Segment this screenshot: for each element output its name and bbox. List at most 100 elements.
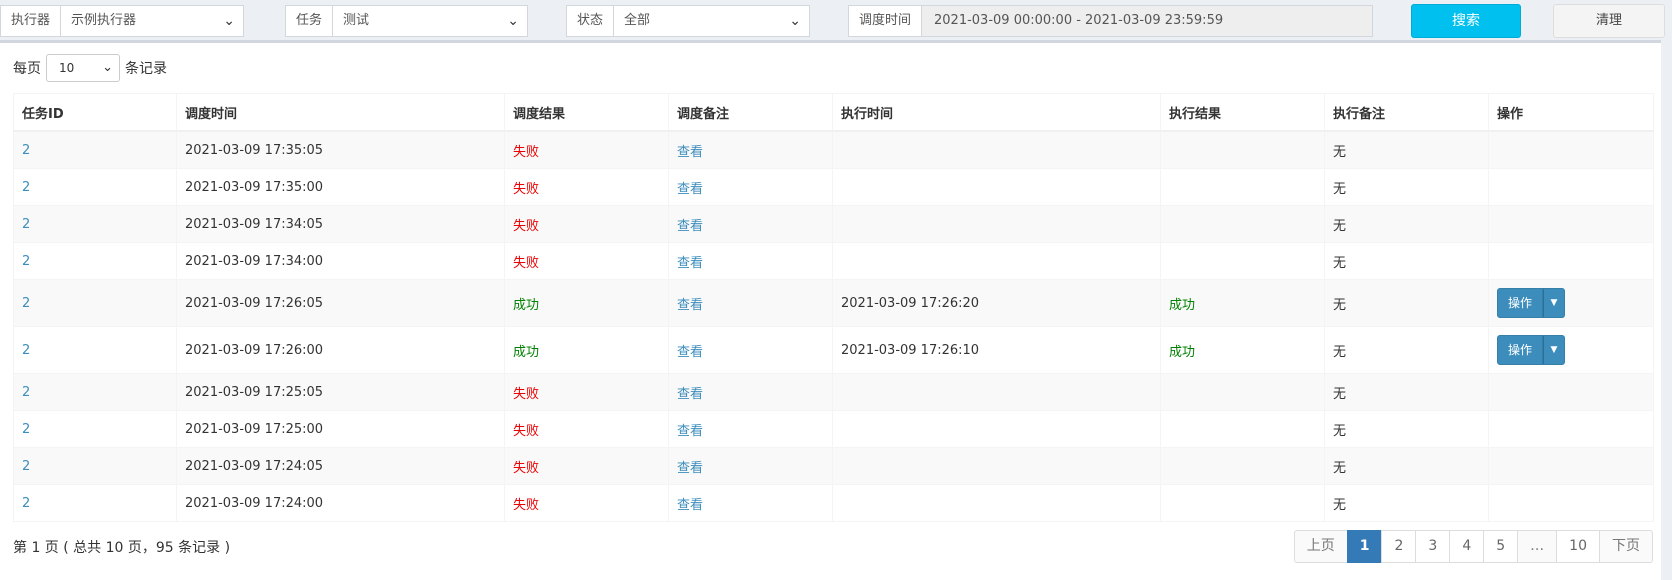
log-table: 任务ID 调度时间 调度结果 调度备注 执行时间 执行结果 执行备注 操作 22… bbox=[13, 93, 1654, 522]
exec-result-cell bbox=[1160, 168, 1325, 206]
executor-filter: 执行器 示例执行器 ⌄ bbox=[0, 5, 245, 37]
table-row: 2 2021-03-09 17:25:05 失败 查看 无 bbox=[13, 373, 1654, 411]
task-select-value: 测试 bbox=[343, 13, 370, 28]
column-header-trigger-result[interactable]: 调度结果 bbox=[504, 93, 669, 132]
trigger-time-cell: 2021-03-09 17:34:00 bbox=[176, 242, 505, 280]
trigger-note-cell: 查看 bbox=[668, 168, 833, 206]
trigger-note-link[interactable]: 查看 bbox=[677, 256, 703, 271]
pagination-prev[interactable]: 上页 bbox=[1293, 530, 1348, 563]
trigger-note-link[interactable]: 查看 bbox=[677, 182, 703, 197]
status-filter: 状态 全部 ⌄ bbox=[566, 5, 811, 37]
exec-note-cell: 无 bbox=[1333, 218, 1347, 234]
table-row: 2 2021-03-09 17:26:00 成功 查看 2021-03-09 17:26… bbox=[13, 326, 1654, 374]
column-header-exec-note[interactable]: 执行备注 bbox=[1324, 93, 1489, 132]
column-header-exec-time[interactable]: 执行时间 bbox=[832, 93, 1161, 132]
task-id-link[interactable]: 2 bbox=[22, 459, 30, 474]
exec-time-cell bbox=[832, 410, 1161, 448]
exec-note-cell: 无 bbox=[1324, 410, 1489, 448]
trigger-result-cell: 失败 bbox=[504, 130, 669, 169]
table-row: 2 2021-03-09 17:24:05 失败 查看 无 bbox=[13, 447, 1654, 485]
trigger-result-cell: 失败 bbox=[504, 447, 669, 485]
caret-down-icon[interactable]: ▼ bbox=[1543, 335, 1566, 365]
task-id-link[interactable]: 2 bbox=[22, 143, 30, 158]
table-row: 2 2021-03-09 17:35:05 失败 查看 无 bbox=[13, 130, 1654, 169]
exec-time-cell: 2021-03-09 17:26:10 bbox=[832, 326, 1161, 374]
search-button[interactable]: 搜索 bbox=[1411, 4, 1521, 38]
trigger-note-link[interactable]: 查看 bbox=[677, 298, 703, 313]
task-id-link[interactable]: 2 bbox=[22, 180, 30, 195]
pagination-page[interactable]: 2 bbox=[1381, 530, 1417, 563]
operation-cell bbox=[1488, 168, 1654, 206]
trigger-note-link[interactable]: 查看 bbox=[677, 219, 703, 234]
task-select[interactable]: 测试 ⌄ bbox=[332, 5, 529, 37]
log-panel: 每页 10 ⌄ 条记录 任务ID 调度时间 调度结果 调度备注 执行时间 执行结… bbox=[0, 40, 1661, 580]
executor-label: 执行器 bbox=[0, 5, 61, 37]
page-size-value: 10 bbox=[59, 61, 75, 75]
operation-cell bbox=[1488, 410, 1654, 448]
task-id-link[interactable]: 2 bbox=[22, 296, 30, 311]
executor-select[interactable]: 示例执行器 ⌄ bbox=[60, 5, 245, 37]
page-size-control: 每页 10 ⌄ 条记录 bbox=[13, 53, 167, 83]
exec-result-cell bbox=[1160, 242, 1325, 280]
operation-dropdown[interactable]: 操作 ▼ bbox=[1497, 288, 1566, 318]
trigger-note-link[interactable]: 查看 bbox=[677, 387, 703, 402]
pagination-page[interactable]: 1 bbox=[1346, 530, 1383, 563]
exec-note-cell: 无 bbox=[1333, 297, 1347, 313]
trigger-time-cell: 2021-03-09 17:25:05 bbox=[176, 373, 505, 411]
operation-cell bbox=[1488, 130, 1654, 169]
exec-result-cell bbox=[1160, 205, 1325, 243]
task-id-link[interactable]: 2 bbox=[22, 343, 30, 358]
task-id-link[interactable]: 2 bbox=[22, 422, 30, 437]
trigger-note-link[interactable]: 查看 bbox=[677, 145, 703, 160]
operation-button[interactable]: 操作 bbox=[1497, 335, 1544, 365]
chevron-down-icon: ⌄ bbox=[102, 60, 113, 75]
column-header-trigger-time[interactable]: 调度时间 bbox=[176, 93, 505, 132]
column-header-task-id[interactable]: 任务ID bbox=[13, 93, 177, 132]
exec-time-cell bbox=[832, 373, 1161, 411]
task-id-cell: 2 bbox=[13, 484, 177, 522]
exec-note-cell: 无 bbox=[1324, 447, 1489, 485]
task-id-link[interactable]: 2 bbox=[22, 496, 30, 511]
exec-note-cell: 无 bbox=[1333, 144, 1347, 160]
exec-note-cell: 无 bbox=[1333, 386, 1347, 402]
task-label: 任务 bbox=[285, 5, 333, 37]
status-select[interactable]: 全部 ⌄ bbox=[613, 5, 811, 37]
pagination-ellipsis: … bbox=[1517, 530, 1558, 563]
task-id-link[interactable]: 2 bbox=[22, 217, 30, 232]
table-row: 2 2021-03-09 17:25:00 失败 查看 无 bbox=[13, 410, 1654, 448]
caret-down-icon[interactable]: ▼ bbox=[1543, 288, 1566, 318]
pagination-page[interactable]: 4 bbox=[1449, 530, 1485, 563]
trigger-note-link[interactable]: 查看 bbox=[677, 461, 703, 476]
operation-cell bbox=[1488, 242, 1654, 280]
trigger-result-cell: 失败 bbox=[513, 423, 540, 439]
task-id-cell: 2 bbox=[13, 410, 177, 448]
operation-dropdown[interactable]: 操作 ▼ bbox=[1497, 335, 1566, 365]
column-header-exec-result[interactable]: 执行结果 bbox=[1160, 93, 1325, 132]
clear-button[interactable]: 清理 bbox=[1553, 4, 1665, 38]
trigger-note-link[interactable]: 查看 bbox=[677, 424, 703, 439]
exec-note-cell: 无 bbox=[1324, 326, 1489, 374]
time-label: 调度时间 bbox=[848, 5, 922, 37]
trigger-note-link[interactable]: 查看 bbox=[677, 345, 703, 360]
task-id-link[interactable]: 2 bbox=[22, 254, 30, 269]
pagination-page[interactable]: 3 bbox=[1415, 530, 1451, 563]
operation-button[interactable]: 操作 bbox=[1497, 288, 1544, 318]
exec-note-cell: 无 bbox=[1333, 255, 1347, 271]
page-size-select[interactable]: 10 ⌄ bbox=[46, 54, 120, 82]
column-header-trigger-note[interactable]: 调度备注 bbox=[668, 93, 833, 132]
trigger-note-cell: 查看 bbox=[668, 326, 833, 374]
exec-time-cell bbox=[832, 242, 1161, 280]
table-row: 2 2021-03-09 17:35:00 失败 查看 无 bbox=[13, 168, 1654, 206]
table-row: 2 2021-03-09 17:26:05 成功 查看 2021-03-09 17:26… bbox=[13, 279, 1654, 327]
executor-select-value: 示例执行器 bbox=[71, 13, 137, 28]
pagination-page[interactable]: 5 bbox=[1483, 530, 1519, 563]
pagination-next[interactable]: 下页 bbox=[1599, 530, 1653, 563]
trigger-note-link[interactable]: 查看 bbox=[677, 498, 703, 513]
trigger-result-cell: 失败 bbox=[504, 410, 669, 448]
exec-result-cell: 成功 bbox=[1169, 297, 1196, 313]
exec-note-cell: 无 bbox=[1333, 497, 1347, 513]
task-id-link[interactable]: 2 bbox=[22, 385, 30, 400]
trigger-time-cell: 2021-03-09 17:26:00 bbox=[176, 326, 505, 374]
time-range-input[interactable]: 2021-03-09 00:00:00 - 2021-03-09 23:59:5… bbox=[921, 5, 1374, 37]
pagination-page[interactable]: 10 bbox=[1556, 530, 1600, 563]
